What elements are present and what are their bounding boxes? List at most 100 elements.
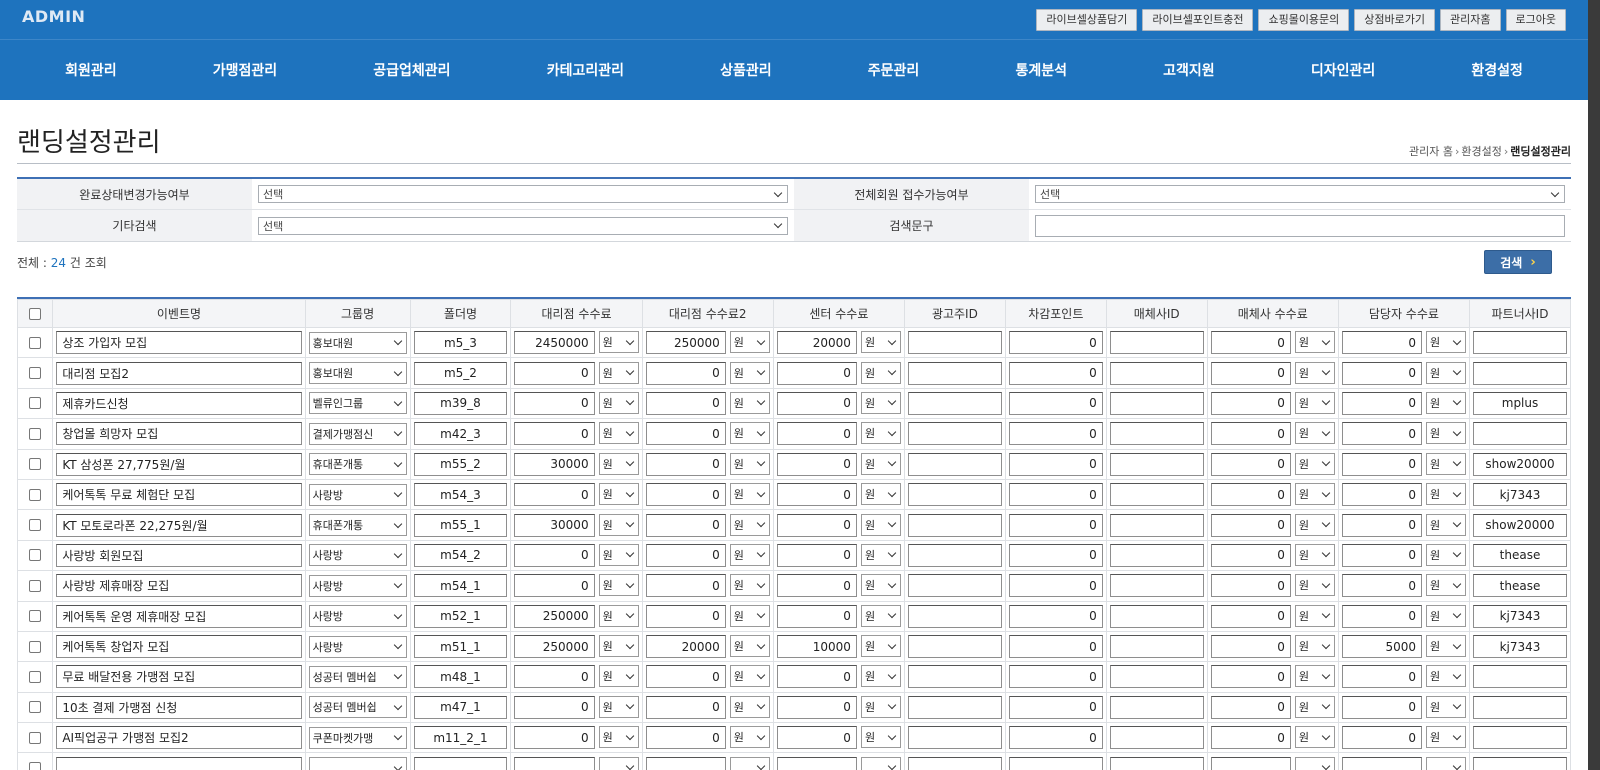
- manager-fee-unit-select[interactable]: 원: [1426, 695, 1466, 718]
- center-fee-unit-select[interactable]: 원: [860, 574, 901, 597]
- agency-fee2-input[interactable]: 0: [645, 726, 726, 750]
- agency-fee2-unit-select[interactable]: 원: [729, 695, 770, 718]
- advertiser-id-input[interactable]: [907, 604, 1002, 628]
- event-name-input[interactable]: 케어톡톡 무료 체험단 모집: [56, 483, 302, 507]
- advertiser-id-input[interactable]: [907, 452, 1002, 476]
- manager-fee-input[interactable]: 0: [1341, 543, 1422, 567]
- agency-fee2-unit-select[interactable]: 원: [729, 361, 770, 384]
- agency-fee2-unit-select[interactable]: 원: [729, 391, 770, 414]
- media-fee-input[interactable]: 0: [1210, 513, 1291, 537]
- group-select[interactable]: 사랑방: [308, 544, 407, 567]
- row-checkbox[interactable]: [29, 579, 42, 592]
- manager-fee-unit-select[interactable]: 원: [1426, 604, 1466, 627]
- row-checkbox[interactable]: [29, 519, 42, 532]
- group-select[interactable]: 성공터 멤버쉽: [308, 665, 407, 688]
- partner-id-input[interactable]: thease: [1473, 574, 1567, 598]
- media-id-input[interactable]: [1109, 452, 1204, 476]
- media-fee-input[interactable]: 0: [1210, 452, 1291, 476]
- media-fee-unit-select[interactable]: 원: [1294, 543, 1335, 566]
- agency-fee-input[interactable]: 250000: [514, 604, 595, 628]
- folder-input[interactable]: m42_3: [413, 422, 508, 446]
- agency-fee2-unit-select[interactable]: 원: [729, 726, 770, 749]
- all-member-accept-select[interactable]: 선택: [1035, 185, 1565, 203]
- deduct-points-input[interactable]: 0: [1008, 635, 1103, 659]
- agency-fee-unit-select[interactable]: 원: [598, 574, 639, 597]
- media-fee-unit-select[interactable]: 원: [1294, 452, 1335, 475]
- livecell-add-products-button[interactable]: 라이브셀상품담기: [1036, 9, 1138, 31]
- advertiser-id-input[interactable]: [907, 695, 1002, 719]
- event-name-input[interactable]: KT 모토로라폰 22,275원/월: [56, 513, 302, 537]
- media-fee-unit-select[interactable]: 원: [1294, 574, 1335, 597]
- logout-button[interactable]: 로그아웃: [1505, 9, 1566, 31]
- agency-fee2-unit-select[interactable]: 원: [729, 331, 770, 354]
- center-fee-unit-select[interactable]: 원: [860, 331, 901, 354]
- event-name-input[interactable]: 10초 결제 가맹점 신청: [56, 695, 302, 719]
- media-fee-unit-select[interactable]: 원: [1294, 391, 1335, 414]
- deduct-points-input[interactable]: 0: [1008, 331, 1103, 355]
- manager-fee-unit-select[interactable]: 원: [1426, 665, 1466, 688]
- manager-fee-input[interactable]: 0: [1341, 726, 1422, 750]
- event-name-input[interactable]: 케어톡톡 창업자 모집: [56, 635, 302, 659]
- deduct-points-input[interactable]: 0: [1008, 695, 1103, 719]
- manager-fee-input[interactable]: 0: [1341, 361, 1422, 385]
- center-fee-input[interactable]: 0: [776, 513, 857, 537]
- media-fee-unit-select[interactable]: 원: [1294, 665, 1335, 688]
- folder-input[interactable]: m39_8: [413, 391, 508, 415]
- advertiser-id-input[interactable]: [907, 391, 1002, 415]
- manager-fee-unit-select[interactable]: 원: [1426, 726, 1466, 749]
- agency-fee2-unit-select[interactable]: 원: [729, 665, 770, 688]
- page-scrollbar[interactable]: [1588, 0, 1600, 770]
- partner-id-input[interactable]: [1473, 422, 1567, 446]
- advertiser-id-input[interactable]: [907, 483, 1002, 507]
- agency-fee-input[interactable]: 2450000: [514, 331, 595, 355]
- agency-fee2-input[interactable]: 0: [645, 391, 726, 415]
- manager-fee-input[interactable]: 0: [1341, 665, 1422, 689]
- center-fee-input[interactable]: 0: [776, 483, 857, 507]
- media-fee-unit-select[interactable]: 원: [1294, 422, 1335, 445]
- folder-input[interactable]: m54_1: [413, 574, 508, 598]
- center-fee-unit-select[interactable]: 원: [860, 635, 901, 658]
- media-fee-unit-select[interactable]: 원: [1294, 483, 1335, 506]
- center-fee-input[interactable]: 0: [776, 452, 857, 476]
- manager-fee-input[interactable]: 0: [1341, 513, 1422, 537]
- manager-fee-input[interactable]: 0: [1341, 331, 1422, 355]
- menu-statistics[interactable]: 통계분석: [1015, 60, 1067, 80]
- folder-input[interactable]: m55_2: [413, 452, 508, 476]
- partner-id-input[interactable]: kj7343: [1473, 483, 1567, 507]
- agency-fee2-input[interactable]: 0: [645, 543, 726, 567]
- partner-id-input[interactable]: [1473, 726, 1567, 750]
- agency-fee-input[interactable]: 0: [514, 726, 595, 750]
- admin-logo[interactable]: ADMIN: [22, 7, 85, 26]
- breadcrumb-settings[interactable]: 환경설정: [1461, 145, 1501, 158]
- group-select[interactable]: 쿠폰마켓가맹: [308, 726, 407, 749]
- deduct-points-input[interactable]: 0: [1008, 513, 1103, 537]
- center-fee-unit-select[interactable]: 원: [860, 391, 901, 414]
- menu-category[interactable]: 카테고리관리: [547, 60, 624, 80]
- agency-fee-input[interactable]: 0: [514, 422, 595, 446]
- agency-fee2-input[interactable]: 0: [645, 513, 726, 537]
- media-id-input[interactable]: [1109, 635, 1204, 659]
- deduct-points-input[interactable]: 0: [1008, 726, 1103, 750]
- media-fee-input[interactable]: 0: [1210, 331, 1291, 355]
- group-select[interactable]: 휴대폰개통: [308, 453, 407, 476]
- media-fee-input[interactable]: 0: [1210, 543, 1291, 567]
- row-checkbox[interactable]: [29, 731, 42, 744]
- media-id-input[interactable]: [1109, 391, 1204, 415]
- deduct-points-input[interactable]: 0: [1008, 665, 1103, 689]
- event-name-input[interactable]: 무료 배달전용 가맹점 모집: [56, 665, 302, 689]
- group-select[interactable]: 사랑방: [308, 605, 407, 628]
- center-fee-unit-select[interactable]: 원: [860, 665, 901, 688]
- event-name-input[interactable]: KT 삼성폰 27,775원/월: [56, 452, 302, 476]
- agency-fee2-unit-select[interactable]: 원: [729, 543, 770, 566]
- media-id-input[interactable]: [1109, 331, 1204, 355]
- center-fee-unit-select[interactable]: 원: [860, 695, 901, 718]
- media-id-input[interactable]: [1109, 513, 1204, 537]
- other-search-select[interactable]: 선택: [258, 216, 788, 235]
- group-select[interactable]: 벨류인그룹: [308, 392, 407, 415]
- manager-fee-input[interactable]: 0: [1341, 483, 1422, 507]
- folder-input[interactable]: m48_1: [413, 665, 508, 689]
- row-checkbox[interactable]: [29, 640, 42, 653]
- advertiser-id-input[interactable]: [907, 726, 1002, 750]
- center-fee-input[interactable]: 0: [776, 391, 857, 415]
- group-select[interactable]: 성공터 멤버쉽: [308, 696, 407, 719]
